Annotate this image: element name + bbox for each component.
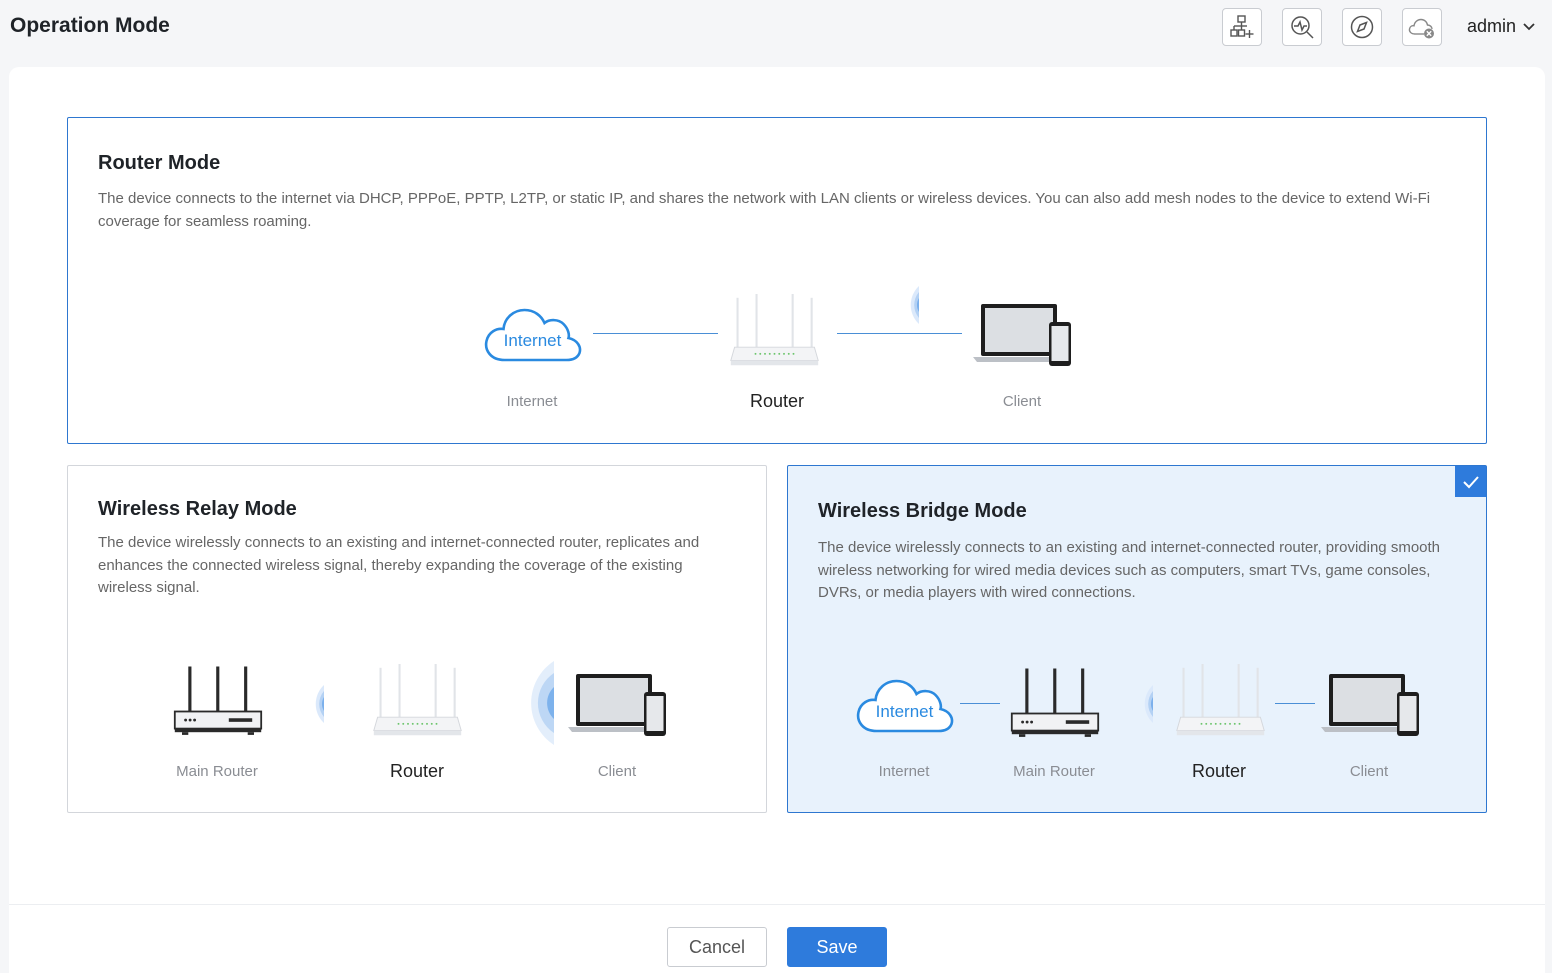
wifi-signal-icon <box>295 683 327 725</box>
router-icon <box>370 664 465 740</box>
label-internet: Internet <box>878 763 930 780</box>
label-client: Client <box>597 763 637 780</box>
main-router-icon <box>1010 668 1100 741</box>
label-router: Router <box>1191 761 1247 781</box>
check-icon <box>1462 475 1479 488</box>
cancel-button[interactable]: Cancel <box>667 927 767 967</box>
cloud-label: Internet <box>503 331 562 350</box>
router-mode-title: Router Mode <box>98 152 221 174</box>
label-client: Client <box>1349 763 1389 780</box>
label-internet: Internet <box>506 393 558 410</box>
internet-cloud-icon: Internet <box>854 673 955 737</box>
connection-line <box>837 333 962 334</box>
connection-line <box>1275 703 1315 704</box>
wireless-bridge-mode-card[interactable]: Wireless Bridge Mode The device wireless… <box>787 465 1487 813</box>
client-laptop-phone-icon <box>567 672 669 738</box>
cloud-disconnected-icon <box>1408 18 1434 39</box>
connection-line <box>960 703 1000 704</box>
diagnostics-icon <box>1291 16 1314 39</box>
bridge-mode-title: Wireless Bridge Mode <box>818 500 1027 522</box>
label-main-router: Main Router <box>176 763 258 780</box>
label-main-router: Main Router <box>1013 763 1095 780</box>
client-laptop-phone-icon <box>1320 672 1422 738</box>
wifi-signal-icon <box>1124 683 1156 725</box>
main-router-icon <box>173 666 263 739</box>
network-add-button[interactable] <box>1222 8 1262 46</box>
footer-bar: Cancel Save <box>9 904 1545 973</box>
diagnostics-button[interactable] <box>1282 8 1322 46</box>
internet-cloud-icon: Internet <box>482 302 583 366</box>
cloud-label: Internet <box>875 702 934 721</box>
wireless-relay-mode-card[interactable]: Wireless Relay Mode The device wirelessl… <box>67 465 767 813</box>
compass-icon <box>1350 15 1374 39</box>
wifi-signal-icon <box>890 284 922 326</box>
save-button[interactable]: Save <box>787 927 887 967</box>
user-name: admin <box>1467 16 1517 36</box>
router-mode-card[interactable]: Router Mode The device connects to the i… <box>67 117 1487 444</box>
top-header: Operation Mode admin <box>0 0 1552 56</box>
label-router: Router <box>749 391 805 411</box>
cloud-status-button[interactable] <box>1402 8 1442 46</box>
router-icon <box>727 294 822 370</box>
client-laptop-phone-icon <box>972 302 1074 368</box>
label-client: Client <box>1002 393 1042 410</box>
user-menu[interactable]: admin <box>1467 16 1536 37</box>
selected-checkmark <box>1455 466 1486 497</box>
relay-mode-description: The device wirelessly connects to an exi… <box>98 534 700 596</box>
relay-mode-title: Wireless Relay Mode <box>98 498 297 520</box>
chevron-down-icon <box>1523 22 1535 30</box>
page-title: Operation Mode <box>10 14 170 37</box>
router-icon <box>1173 664 1268 740</box>
bridge-mode-description: The device wirelessly connects to an exi… <box>818 539 1441 601</box>
network-add-icon <box>1230 15 1254 38</box>
router-mode-description: The device connects to the internet via … <box>98 190 1431 230</box>
compass-button[interactable] <box>1342 8 1382 46</box>
connection-line <box>593 333 718 334</box>
label-router: Router <box>389 761 445 781</box>
wifi-signal-large-icon <box>492 659 556 747</box>
